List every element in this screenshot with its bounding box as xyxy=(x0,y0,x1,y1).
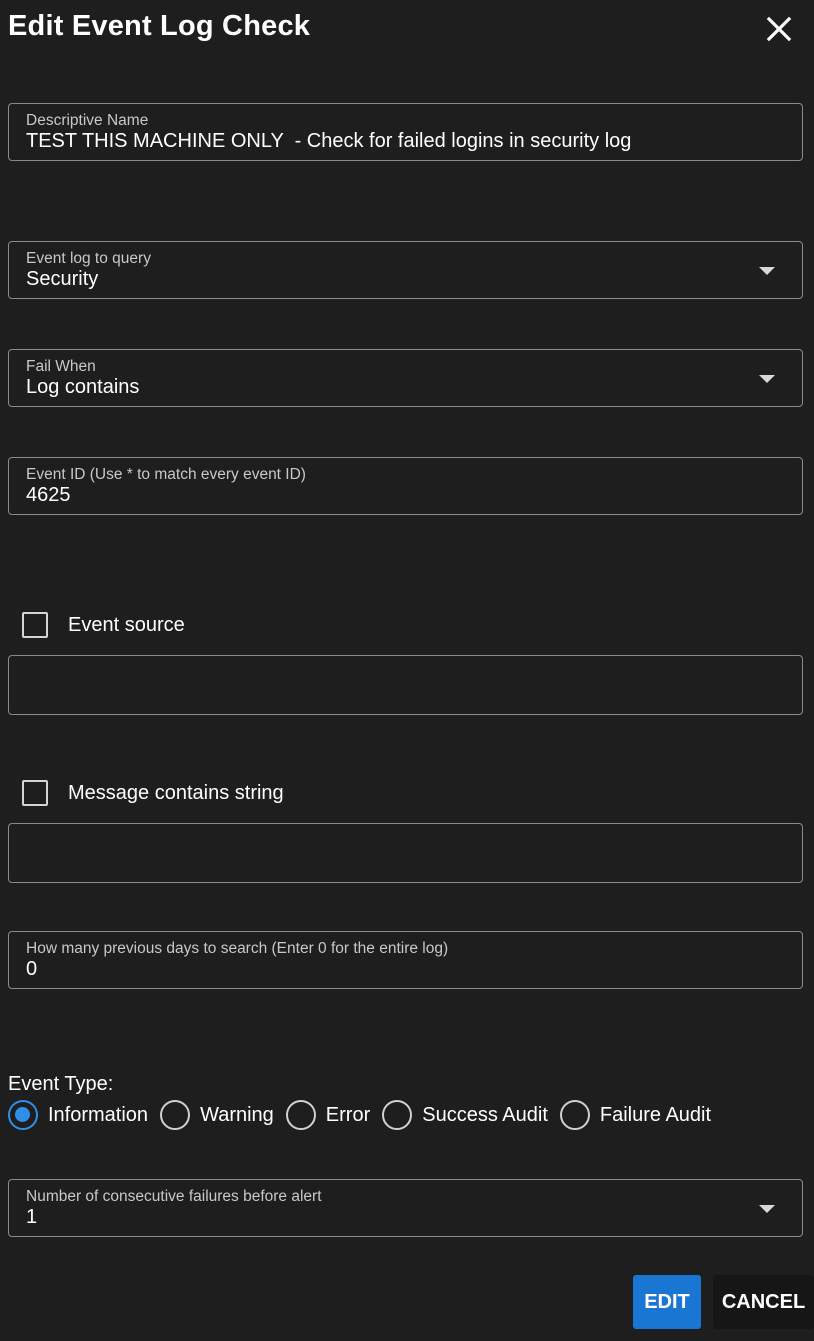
dialog-title: Edit Event Log Check xyxy=(8,10,311,42)
descriptive-name-label: Descriptive Name xyxy=(26,112,149,129)
radio-label-error: Error xyxy=(325,1103,371,1126)
event-log-select[interactable]: Event log to query Security xyxy=(8,241,803,299)
event-source-checkbox-row[interactable]: Event source xyxy=(22,609,185,641)
descriptive-name-field[interactable]: Descriptive Name TEST THIS MACHINE ONLY … xyxy=(8,103,803,161)
radio-button-information[interactable] xyxy=(8,1100,38,1130)
radio-option-warning[interactable]: Warning xyxy=(160,1100,274,1130)
radio-label-warning: Warning xyxy=(200,1103,274,1126)
radio-button-failure-audit[interactable] xyxy=(559,1100,590,1130)
radio-option-failure-audit[interactable]: Failure Audit xyxy=(559,1100,712,1130)
close-icon[interactable] xyxy=(762,12,796,46)
edit-button[interactable]: EDIT xyxy=(633,1275,701,1329)
consecutive-failures-value[interactable]: 1 xyxy=(26,1206,37,1229)
event-log-label: Event log to query xyxy=(26,250,151,267)
message-contains-input[interactable] xyxy=(8,823,803,883)
dropdown-arrow-icon[interactable] xyxy=(759,375,775,383)
consecutive-failures-label: Number of consecutive failures before al… xyxy=(26,1188,322,1205)
radio-option-error[interactable]: Error xyxy=(285,1100,371,1130)
radio-button-success-audit[interactable] xyxy=(382,1100,413,1130)
event-log-value[interactable]: Security xyxy=(26,268,98,291)
message-contains-checkbox-row[interactable]: Message contains string xyxy=(22,777,284,809)
days-field[interactable]: How many previous days to search (Enter … xyxy=(8,931,803,989)
edit-event-log-dialog: Edit Event Log Check Descriptive Name TE… xyxy=(0,0,814,1341)
radio-button-warning[interactable] xyxy=(160,1100,191,1130)
event-type-radio-group: Information Warning Error Success Audit … xyxy=(8,1098,723,1132)
radio-option-success-audit[interactable]: Success Audit xyxy=(382,1100,548,1130)
event-id-label: Event ID (Use * to match every event ID) xyxy=(26,466,306,483)
fail-when-label: Fail When xyxy=(26,358,96,375)
radio-label-failure-audit: Failure Audit xyxy=(599,1103,712,1126)
message-contains-checkbox[interactable] xyxy=(22,780,48,806)
radio-label-information: Information xyxy=(48,1103,149,1126)
radio-option-information[interactable]: Information xyxy=(8,1100,148,1130)
message-contains-label: Message contains string xyxy=(68,781,284,804)
event-source-input[interactable] xyxy=(8,655,803,715)
days-value[interactable]: 0 xyxy=(26,958,37,981)
event-id-field[interactable]: Event ID (Use * to match every event ID)… xyxy=(8,457,803,515)
event-source-checkbox[interactable] xyxy=(22,612,48,638)
fail-when-value[interactable]: Log contains xyxy=(26,376,139,399)
consecutive-failures-select[interactable]: Number of consecutive failures before al… xyxy=(8,1179,803,1237)
fail-when-select[interactable]: Fail When Log contains xyxy=(8,349,803,407)
days-label: How many previous days to search (Enter … xyxy=(26,940,449,957)
radio-label-success-audit: Success Audit xyxy=(422,1103,548,1126)
radio-button-error[interactable] xyxy=(285,1100,316,1130)
event-source-label: Event source xyxy=(68,613,185,636)
event-id-value[interactable]: 4625 xyxy=(26,484,71,507)
event-type-title: Event Type: xyxy=(8,1073,114,1095)
descriptive-name-value[interactable]: TEST THIS MACHINE ONLY - Check for faile… xyxy=(26,130,631,153)
dropdown-arrow-icon[interactable] xyxy=(759,1205,775,1213)
cancel-button[interactable]: CANCEL xyxy=(713,1275,814,1329)
dropdown-arrow-icon[interactable] xyxy=(759,267,775,275)
